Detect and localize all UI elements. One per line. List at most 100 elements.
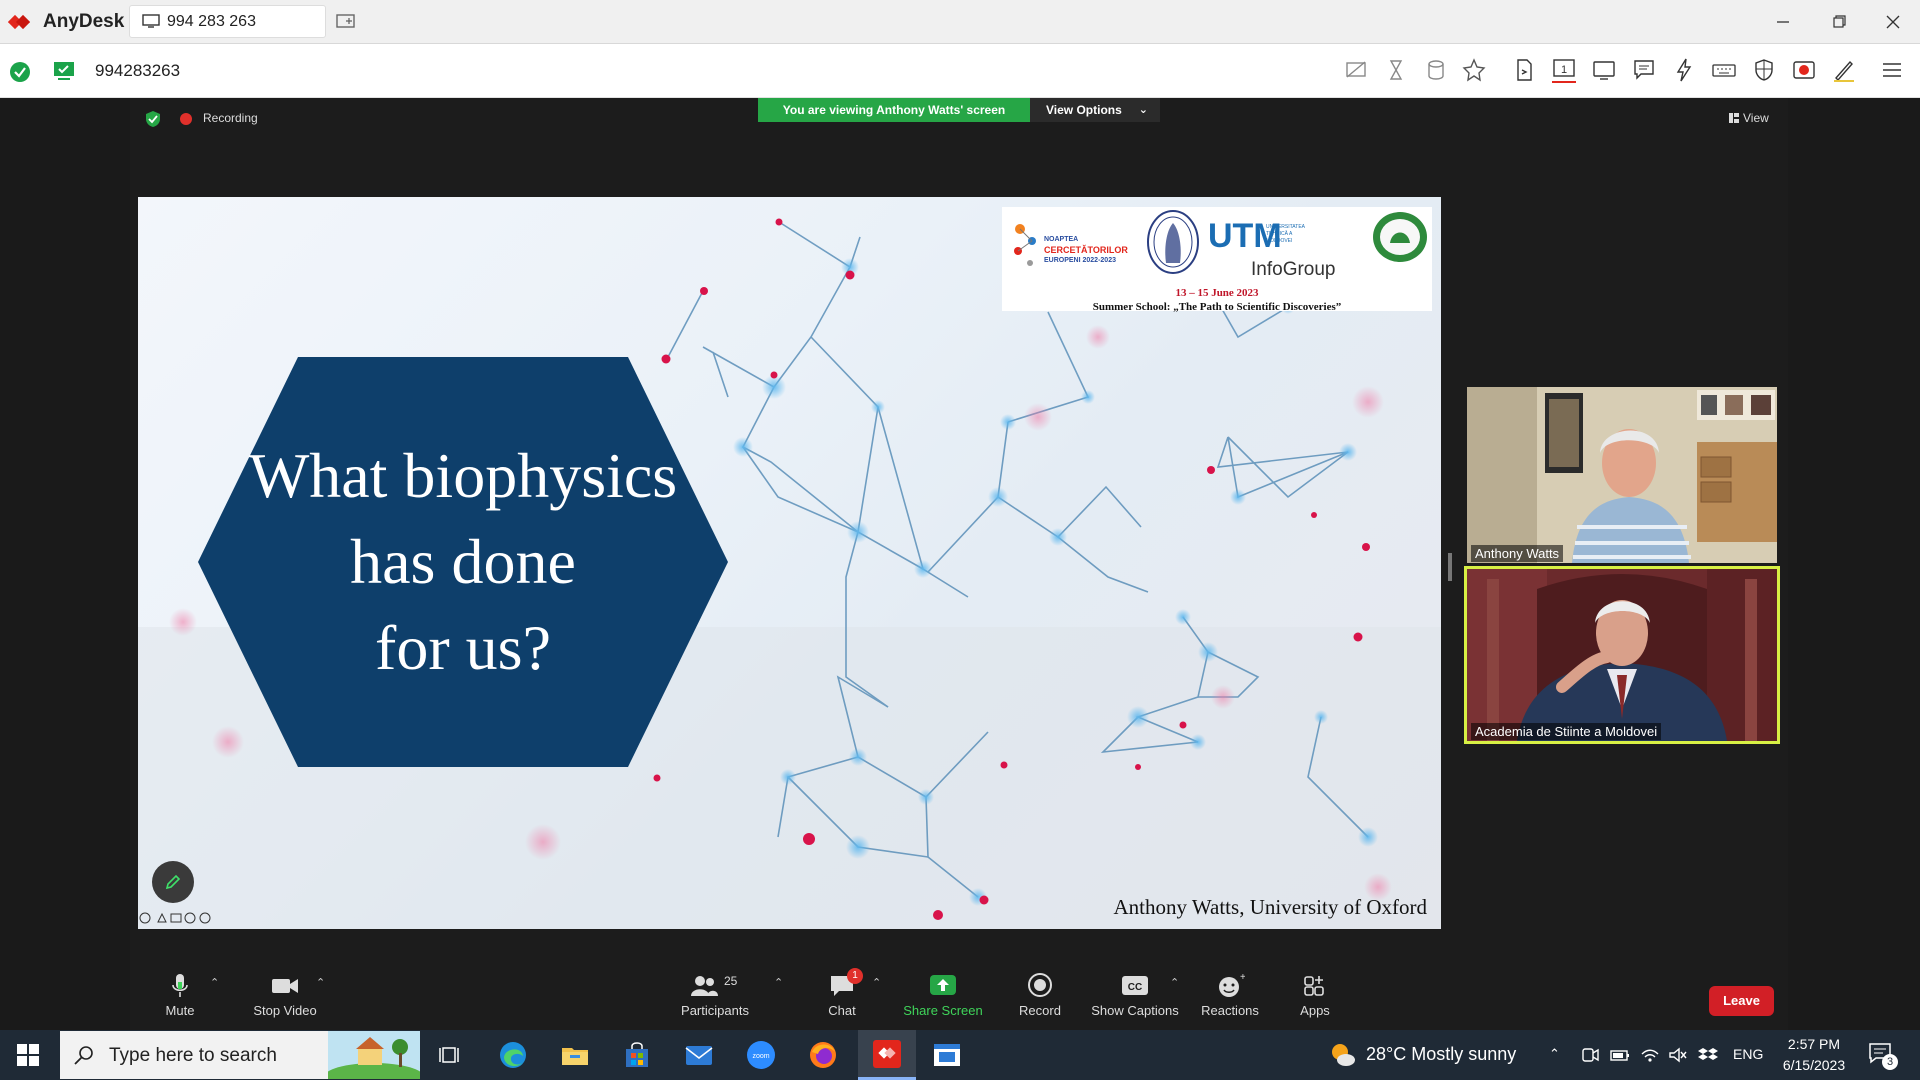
microsoft-store-icon[interactable] [622, 1040, 652, 1070]
remote-desktop-icon [54, 62, 74, 80]
volume-muted-icon[interactable] [1668, 1046, 1688, 1064]
chat-icon[interactable] [1631, 57, 1657, 83]
menu-hamburger-icon[interactable] [1879, 57, 1905, 83]
minimize-icon[interactable] [1768, 10, 1798, 34]
address-input[interactable]: 994283263 [95, 61, 180, 81]
anydesk-address-bar: 994283263 1 [0, 44, 1920, 98]
file-transfer-icon[interactable] [1511, 57, 1537, 83]
pencil-icon [165, 874, 181, 890]
notification-center-button[interactable]: 3 [1868, 1042, 1898, 1070]
panel-resize-handle[interactable] [1448, 553, 1452, 581]
video-options-caret-icon[interactable]: ⌃ [316, 976, 325, 989]
apps-label: Apps [1300, 1003, 1330, 1018]
meet-now-icon[interactable] [1580, 1046, 1600, 1064]
show-hidden-icons-chevron-icon[interactable]: ⌃ [1549, 1046, 1569, 1064]
permissions-shield-icon[interactable] [1751, 57, 1777, 83]
task-view-icon[interactable] [436, 1040, 466, 1070]
slide-mini-controls[interactable] [138, 911, 228, 925]
summer-school-title: Summer School: „The Path to Scientific D… [1092, 301, 1342, 313]
taskbar-search-box[interactable]: Type here to search [60, 1031, 420, 1079]
sponsor-logos-banner: NOAPTEA CERCETĂTORILOR EUROPENI 2022-202… [1002, 207, 1432, 313]
presenter-credit: Anthony Watts, University of Oxford [1113, 895, 1427, 919]
keyboard-icon[interactable] [1711, 57, 1737, 83]
monitor-1-icon[interactable]: 1 [1551, 57, 1577, 83]
anydesk-titlebar: AnyDesk 994 283 263 [0, 0, 1920, 44]
weather-label: 28°C Mostly sunny [1366, 1044, 1517, 1064]
recording-label: Recording [203, 111, 258, 125]
restore-icon[interactable] [1824, 10, 1854, 34]
chat-button[interactable]: 1 Chat [812, 968, 872, 1022]
remote-app-window-icon[interactable] [932, 1040, 962, 1070]
whiteboard-pen-icon[interactable] [1831, 57, 1857, 83]
privacy-icon[interactable] [1343, 57, 1369, 83]
zoom-meeting-window: Recording You are viewing Anthony Watts'… [130, 98, 1788, 1030]
wifi-icon[interactable] [1640, 1046, 1660, 1064]
new-session-icon[interactable] [336, 13, 356, 31]
notification-count-badge: 3 [1882, 1054, 1898, 1070]
system-clock[interactable]: 2:57 PM 6/15/2023 [1774, 1034, 1854, 1076]
file-explorer-icon[interactable] [560, 1040, 590, 1070]
slide-title-line: for us? [375, 612, 551, 683]
zoom-app-icon[interactable]: zoom [746, 1040, 776, 1070]
edge-browser-icon[interactable] [498, 1040, 528, 1070]
favorite-star-icon[interactable] [1461, 57, 1487, 83]
leave-button[interactable]: Leave [1709, 986, 1774, 1016]
apps-button[interactable]: Apps [1280, 972, 1350, 1022]
participant-name: Academia de Stiinte a Moldovei [1471, 723, 1662, 740]
battery-icon[interactable] [1610, 1046, 1630, 1064]
actions-lightning-icon[interactable] [1671, 57, 1697, 83]
encryption-shield-icon[interactable] [144, 110, 162, 128]
slide-title-line: What biophysics [248, 440, 678, 511]
mute-button[interactable]: Mute [150, 972, 210, 1022]
record-session-icon[interactable] [1791, 57, 1817, 83]
session-tab-label: 994 283 263 [167, 13, 256, 30]
participant-video-tile[interactable]: Anthony Watts [1467, 387, 1777, 563]
event-dates: 13 – 15 June 2023 [1175, 287, 1259, 299]
anydesk-app-title: AnyDesk [43, 11, 125, 32]
mail-icon[interactable] [684, 1040, 714, 1070]
participants-button[interactable]: 25 Participants [670, 972, 760, 1022]
show-captions-label: Show Captions [1091, 1003, 1179, 1018]
hourglass-icon[interactable] [1383, 57, 1409, 83]
svg-text:CC: CC [1128, 982, 1142, 993]
screen: AnyDesk 994 283 263 994283263 1 Recordin… [0, 0, 1920, 1080]
participant-video-tile-active[interactable]: Academia de Stiinte a Moldovei [1464, 566, 1780, 744]
participants-label: Participants [681, 1003, 749, 1018]
view-options-button[interactable]: View Options ⌄ [1030, 98, 1160, 122]
session-tab[interactable]: 994 283 263 [129, 5, 326, 38]
input-language[interactable]: ENG [1733, 1046, 1763, 1062]
clock-time: 2:57 PM [1787, 1036, 1841, 1052]
record-button[interactable]: Record [1000, 972, 1080, 1022]
academy-green-logo [1373, 212, 1427, 262]
annotate-button[interactable] [152, 861, 194, 903]
dropbox-icon[interactable] [1698, 1046, 1718, 1064]
microphone-icon [172, 974, 188, 997]
mute-options-caret-icon[interactable]: ⌃ [210, 976, 219, 989]
participants-options-caret-icon[interactable]: ⌃ [774, 976, 783, 989]
captions-options-caret-icon[interactable]: ⌃ [1170, 976, 1179, 989]
recording-dot-icon [180, 113, 192, 125]
noaptea-cercetatorilor-logo: NOAPTEA CERCETĂTORILOR EUROPENI 2022-202… [1010, 221, 1130, 271]
university-seal-logo [1147, 210, 1199, 274]
participant-video-frame [1467, 387, 1777, 563]
logo-nc-line: EUROPENI 2022-2023 [1044, 257, 1116, 264]
reactions-button[interactable]: + Reactions [1190, 972, 1270, 1022]
share-screen-icon [930, 975, 956, 995]
view-button[interactable]: View [1725, 108, 1777, 130]
chat-options-caret-icon[interactable]: ⌃ [872, 976, 881, 989]
video-camera-icon [272, 979, 298, 993]
database-icon[interactable] [1423, 57, 1449, 83]
stop-video-label: Stop Video [253, 1003, 317, 1018]
slide-title: What biophysics has done for us? [198, 357, 728, 767]
windows-start-icon[interactable] [16, 1043, 40, 1067]
firefox-icon[interactable] [808, 1040, 838, 1070]
infogroup-logo: InfoGroup [1251, 259, 1336, 280]
anydesk-taskbar-button[interactable] [858, 1030, 916, 1080]
logo-nc-line: CERCETĂTORILOR [1044, 245, 1128, 255]
share-screen-button[interactable]: Share Screen [898, 972, 988, 1022]
chevron-down-icon: ⌄ [1138, 104, 1148, 116]
display-icon[interactable] [1591, 57, 1617, 83]
molecule-logo-icon [1014, 224, 1036, 266]
captions-cc-icon: CC [1122, 976, 1148, 995]
close-icon[interactable] [1878, 10, 1908, 34]
